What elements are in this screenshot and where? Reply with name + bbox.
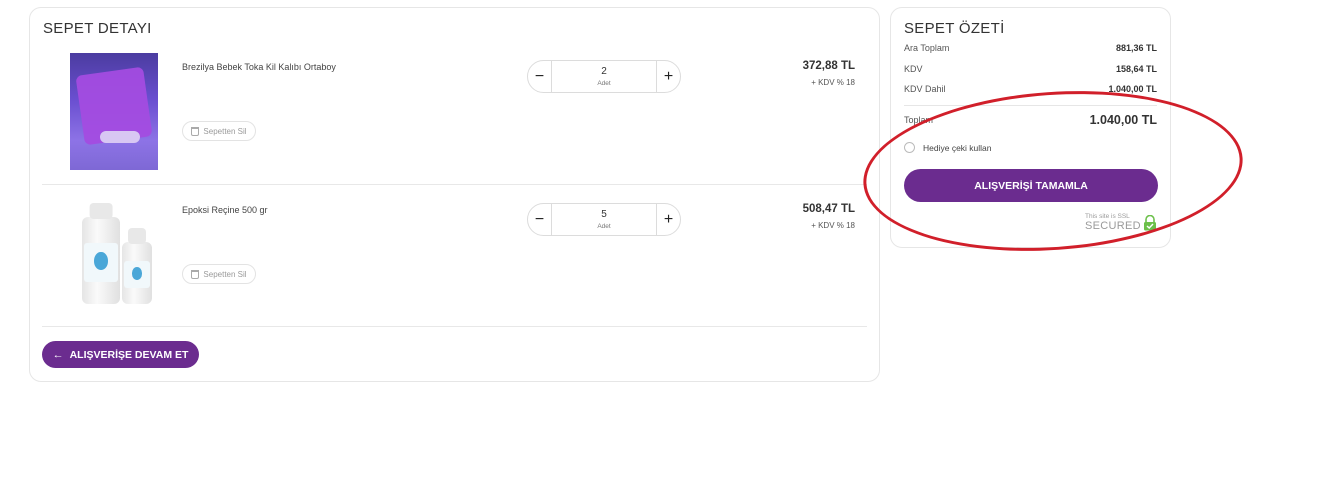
ssl-badge-label: SECURED [1085,220,1141,232]
bottle-graphic [82,203,120,304]
continue-shopping-button[interactable]: ← ALIŞVERİŞE DEVAM ET [42,341,199,368]
ssl-secured-badge: This site is SSL SECURED [1085,213,1157,233]
remove-from-cart-button[interactable]: Sepetten Sil [182,121,256,141]
item-price: 372,88 TL [802,60,855,72]
quantity-input[interactable]: 5 [553,209,655,220]
cart-title: SEPET DETAYI [43,20,152,37]
remove-label: Sepetten Sil [203,269,247,279]
product-name-link[interactable]: Epoksi Reçine 500 gr [182,205,268,215]
cart-summary-panel: SEPET ÖZETİ Ara Toplam 881,36 TL KDV 158… [890,7,1171,248]
increase-quantity-button[interactable]: + [656,204,680,235]
decrease-quantity-button[interactable]: − [528,204,552,235]
product-image[interactable] [70,195,158,312]
remove-from-cart-button[interactable]: Sepetten Sil [182,264,256,284]
kdv-included-label: KDV Dahil [904,84,946,94]
continue-shopping-label: ALIŞVERİŞE DEVAM ET [69,348,189,361]
arrow-left-icon: ← [52,348,64,361]
item-tax-note: + KDV % 18 [811,221,855,230]
item-price: 508,47 TL [802,203,855,215]
total-label: Toplam [904,115,934,125]
gift-voucher-option[interactable]: Hediye çeki kullan [904,142,992,153]
ssl-badge-caption: This site is SSL [1085,213,1130,220]
kdv-included-row: KDV Dahil 1.040,00 TL [904,84,1157,94]
lock-icon [1144,215,1156,231]
increase-quantity-button[interactable]: + [656,61,680,92]
gift-voucher-label: Hediye çeki kullan [923,142,992,153]
quantity-input[interactable]: 2 [553,66,655,77]
quantity-unit-label: Adet [597,80,611,87]
trash-icon [191,126,200,136]
kdv-value: 158,64 TL [1115,64,1157,74]
kdv-label: KDV [904,64,923,74]
total-row: Toplam 1.040,00 TL [904,113,1157,127]
quantity-stepper: − 5 Adet + [527,203,681,236]
subtotal-row: Ara Toplam 881,36 TL [904,43,1157,53]
trash-icon [191,269,200,279]
bottle-graphic [122,228,152,304]
subtotal-value: 881,36 TL [1115,43,1157,53]
summary-divider [904,105,1157,106]
cart-detail-panel: SEPET DETAYI Brezilya Bebek Toka Kil Kal… [29,7,880,382]
gift-voucher-radio[interactable] [904,142,915,153]
quantity-unit-label: Adet [597,223,611,230]
decrease-quantity-button[interactable]: − [528,61,552,92]
quantity-stepper: − 2 Adet + [527,60,681,93]
summary-title: SEPET ÖZETİ [904,20,1005,37]
total-value: 1.040,00 TL [1089,113,1157,127]
kdv-row: KDV 158,64 TL [904,64,1157,74]
subtotal-label: Ara Toplam [904,43,950,53]
product-name-link[interactable]: Brezilya Bebek Toka Kil Kalıbı Ortaboy [182,62,336,72]
item-tax-note: + KDV % 18 [811,78,855,87]
complete-purchase-button[interactable]: ALIŞVERİŞİ TAMAMLA [904,169,1158,202]
cart-item: Epoksi Reçine 500 gr Sepetten Sil − 5 Ad… [42,185,867,327]
remove-label: Sepetten Sil [203,126,247,136]
kdv-included-value: 1.040,00 TL [1108,84,1157,94]
product-image[interactable] [70,53,158,170]
cart-item: Brezilya Bebek Toka Kil Kalıbı Ortaboy S… [42,43,867,185]
